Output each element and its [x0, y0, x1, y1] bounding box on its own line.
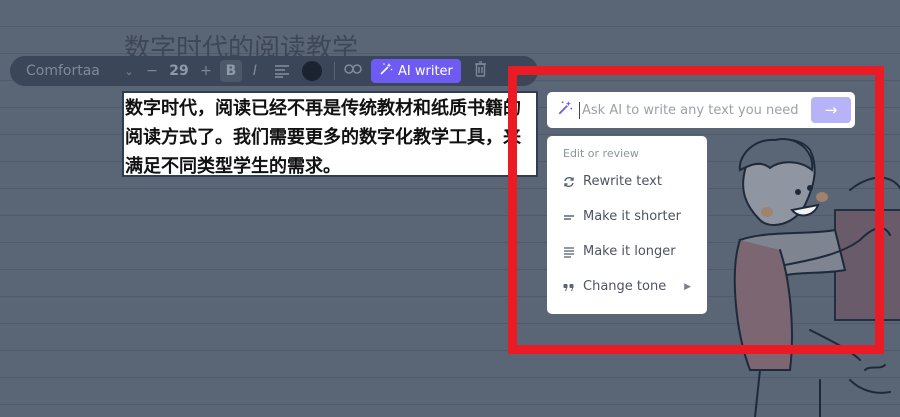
ai-writer-label: AI writer	[398, 63, 453, 79]
text-format-toolbar: Comfortaa ⌄ − 29 + B I AI writer	[10, 56, 538, 86]
font-family-select[interactable]: Comfortaa	[26, 63, 118, 79]
increase-font-size-button[interactable]: +	[194, 63, 218, 79]
text-color-swatch[interactable]	[302, 61, 322, 81]
italic-button[interactable]: I	[242, 63, 268, 79]
toolbar-divider	[334, 62, 335, 80]
bold-button[interactable]: B	[220, 60, 242, 82]
selected-text-block[interactable]: 数字时代，阅读已经不再是传统教材和纸质书籍的阅读方式了。我们需要更多的数字化教学…	[122, 91, 538, 177]
chevron-down-icon[interactable]: ⌄	[118, 65, 140, 78]
font-size-value[interactable]: 29	[164, 63, 194, 79]
highlight-annotation-box	[508, 66, 884, 354]
link-icon[interactable]	[341, 63, 365, 79]
trash-icon[interactable]	[469, 61, 493, 81]
ai-writer-button[interactable]: AI writer	[371, 59, 461, 83]
align-left-icon[interactable]	[268, 64, 296, 78]
decrease-font-size-button[interactable]: −	[140, 63, 164, 79]
magic-wand-icon	[379, 62, 393, 80]
